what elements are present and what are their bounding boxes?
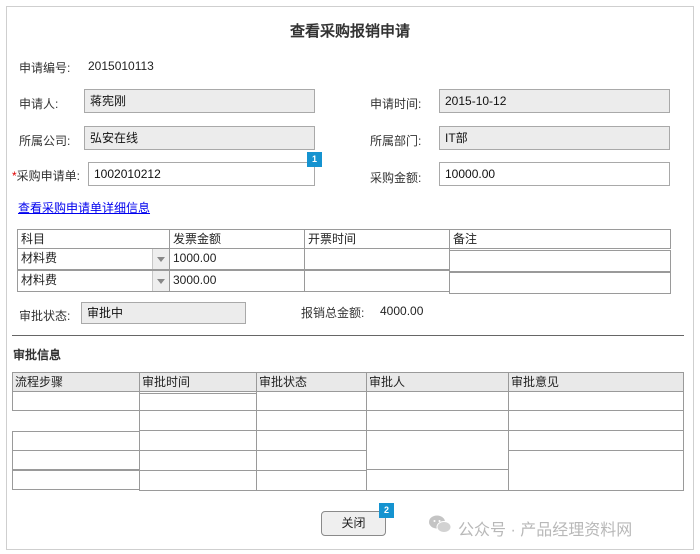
items-row-1-amount[interactable]: 1000.00	[169, 248, 305, 270]
approval-step-cell	[12, 450, 140, 470]
po-detail-link[interactable]: 查看采购申请单详细信息	[18, 199, 150, 216]
items-header-time: 开票时间	[304, 229, 450, 249]
annotation-marker-1: 1	[307, 152, 322, 167]
approval-time-cell	[139, 430, 257, 451]
items-row-2-subject-value: 材料费	[21, 273, 58, 287]
section-divider	[12, 335, 684, 336]
wechat-icon	[429, 515, 452, 533]
approval-approver-cell	[366, 430, 509, 470]
items-row-2-amount[interactable]: 3000.00	[169, 270, 305, 292]
items-header-amount: 发票金额	[169, 229, 305, 249]
approval-header-time: 审批时间	[139, 372, 257, 392]
items-row-1-subject-select[interactable]: 材料费	[17, 248, 170, 270]
close-button[interactable]: 关闭	[321, 511, 386, 536]
approval-status-cell	[256, 430, 367, 451]
approval-time-cell	[139, 470, 257, 491]
approval-status-field: 审批中	[81, 302, 246, 324]
approval-status-cell	[256, 410, 367, 431]
apply-no-value: 2015010113	[88, 59, 154, 73]
items-row-1-time[interactable]	[304, 248, 450, 270]
watermark-text: 公众号 · 产品经理资料网	[458, 522, 633, 539]
annotation-marker-2: 2	[379, 503, 394, 518]
dept-label: 所属部门:	[370, 134, 422, 148]
apply-no-label: 申请编号:	[19, 61, 71, 75]
approval-section-title: 审批信息	[13, 348, 62, 362]
approval-step-cell	[12, 470, 140, 490]
approval-opinion-cell	[508, 450, 684, 491]
dept-field: IT部	[439, 126, 670, 150]
approval-header-approver: 审批人	[366, 372, 509, 392]
company-label: 所属公司:	[19, 134, 71, 148]
items-row-2-note[interactable]	[449, 272, 671, 294]
total-amount-value: 4000.00	[380, 304, 424, 318]
approval-header-opinion: 审批意见	[508, 372, 684, 392]
total-amount-label: 报销总金额:	[301, 306, 365, 320]
chevron-down-icon[interactable]	[152, 249, 169, 269]
approval-time-cell	[139, 410, 257, 431]
approval-status-cell	[256, 470, 367, 491]
approval-time-cell	[139, 393, 257, 411]
amount-field[interactable]: 10000.00	[439, 162, 670, 186]
company-field: 弘安在线	[84, 126, 315, 150]
approval-step-cell	[12, 391, 140, 411]
approval-opinion-cell	[508, 430, 684, 451]
approval-opinion-cell	[508, 391, 684, 411]
po-label-text: 采购申请单:	[16, 169, 81, 183]
approval-status-label: 审批状态:	[19, 309, 71, 323]
applicant-field: 蒋宪刚	[84, 89, 315, 113]
items-row-2-subject-select[interactable]: 材料费	[17, 270, 170, 292]
approval-status-cell	[256, 391, 367, 411]
approval-status-cell	[256, 450, 367, 471]
apply-time-label: 申请时间:	[370, 97, 422, 111]
apply-time-field: 2015-10-12	[439, 89, 670, 113]
po-field[interactable]: 1002010212	[88, 162, 315, 186]
approval-opinion-cell	[508, 410, 684, 431]
approval-header-step: 流程步骤	[12, 372, 140, 392]
amount-label: 采购金额:	[370, 171, 422, 185]
po-label: *采购申请单:	[12, 167, 80, 184]
chevron-down-icon[interactable]	[152, 271, 169, 291]
applicant-label: 申请人:	[19, 97, 59, 111]
items-header-note: 备注	[449, 229, 671, 249]
items-row-1-note[interactable]	[449, 250, 671, 272]
approval-time-cell	[139, 450, 257, 471]
approval-header-status: 审批状态	[256, 372, 367, 392]
approval-approver-cell	[366, 410, 509, 431]
approval-approver-cell	[366, 469, 509, 491]
approval-approver-cell	[366, 391, 509, 411]
items-row-1-subject-value: 材料费	[21, 251, 58, 265]
approval-step-cell	[12, 431, 140, 451]
items-header-subject: 科目	[17, 229, 170, 249]
page-title: 查看采购报销申请	[289, 23, 410, 40]
items-row-2-time[interactable]	[304, 270, 450, 292]
